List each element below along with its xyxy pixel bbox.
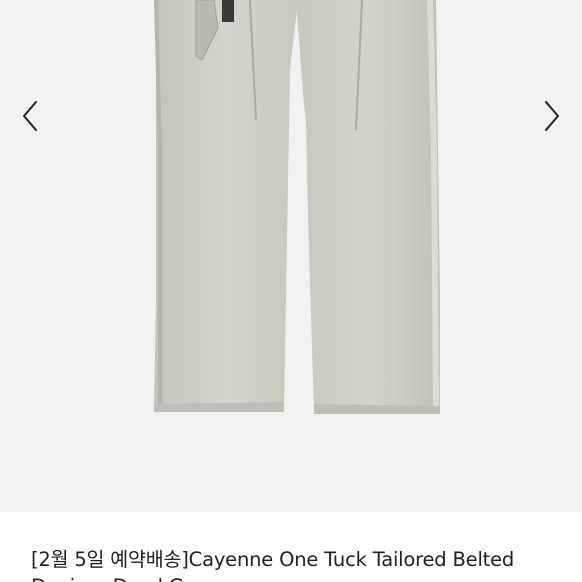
product-image-gallery[interactable]	[0, 0, 582, 512]
product-info: [2월 5일 예약배송]Cayenne One Tuck Tailored Be…	[0, 512, 582, 582]
next-image-button[interactable]	[532, 96, 572, 136]
product-title: [2월 5일 예약배송]Cayenne One Tuck Tailored Be…	[31, 548, 515, 582]
product-photo	[154, 0, 440, 414]
chevron-left-icon	[23, 101, 37, 131]
chevron-right-icon	[545, 101, 559, 131]
previous-image-button[interactable]	[10, 96, 50, 136]
